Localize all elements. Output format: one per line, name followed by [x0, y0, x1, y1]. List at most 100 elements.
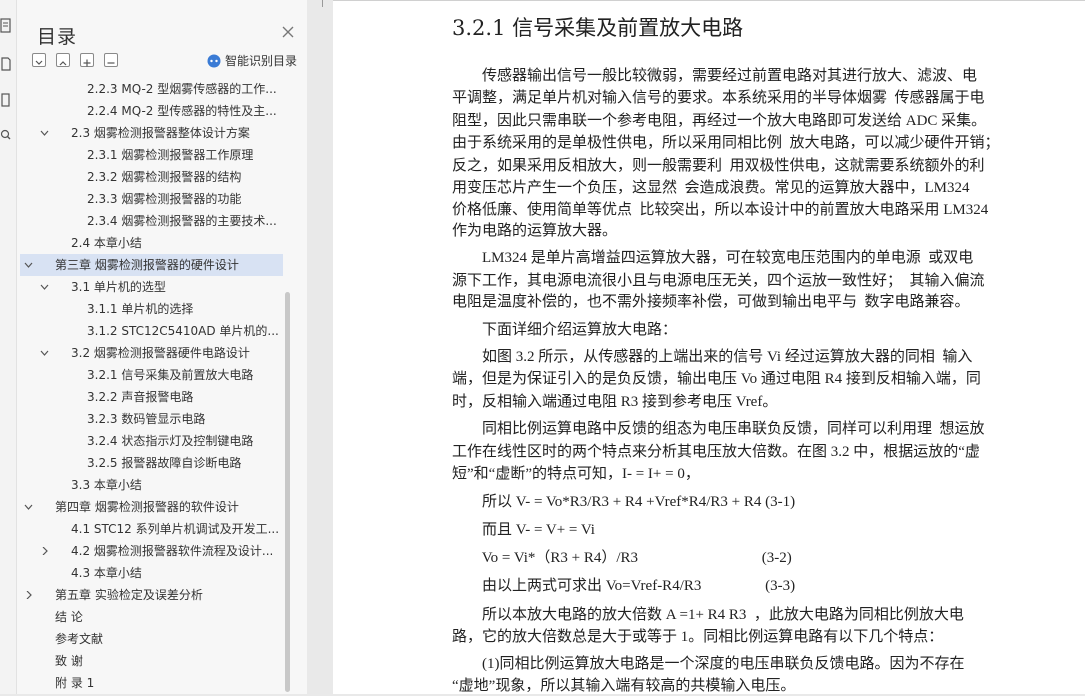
- body-text-line: 如图 3.2 所示，从传感器的上端出来的信号 Vi 经过运算放大器的同相 输入: [452, 349, 973, 365]
- body-text-line: Vo = Vi*（R3 + R4）/R3 (3-2): [452, 550, 792, 566]
- body-text-line: (1)同相比例运算放大电路是一个深度的电压串联负反馈电路。因为不存在: [452, 656, 965, 672]
- outline-item[interactable]: 3.2.4 状态指示灯及控制键电路: [17, 430, 285, 452]
- outline-item-label: 3.1.1 单片机的选择: [87, 302, 194, 316]
- body-text-line: 时，反相输入端通过电阻 R3 接到参考电压 Vref。: [452, 394, 778, 410]
- close-icon[interactable]: [281, 24, 295, 38]
- outline-item[interactable]: 3.1.1 单片机的选择: [17, 298, 285, 320]
- collapse-all-icon[interactable]: [56, 53, 70, 67]
- chevron-down-icon[interactable]: [40, 122, 50, 144]
- outline-item[interactable]: 结 论: [17, 606, 285, 628]
- outline-item[interactable]: 3.2 烟雾检测报警器硬件电路设计: [17, 342, 285, 364]
- outline-item[interactable]: 3.2.3 数码管显示电路: [17, 408, 285, 430]
- body-text-line: 阻型，因此只需串联一个参考电阻，再经过一个放大电路即可发送给 ADC 采集。: [452, 113, 987, 129]
- outline-item[interactable]: 第三章 烟雾检测报警器的硬件设计: [20, 254, 283, 276]
- outline-scrollbar[interactable]: [285, 292, 290, 692]
- outline-item[interactable]: 2.2.3 MQ-2 型烟雾传感器的工作...: [17, 78, 285, 100]
- outline-item[interactable]: 参考文献: [17, 628, 285, 650]
- outline-item-label: 2.3.3 烟雾检测报警器的功能: [87, 192, 242, 206]
- page-corner-mark: [322, 0, 323, 7]
- outline-item[interactable]: 2.3.2 烟雾检测报警器的结构: [17, 166, 285, 188]
- outline-item[interactable]: 附 录 1: [17, 672, 285, 694]
- expand-all-icon[interactable]: [32, 53, 46, 67]
- add-heading-icon[interactable]: [80, 53, 94, 67]
- outline-item-label: 3.2.5 报警器故障自诊断电路: [87, 456, 242, 470]
- outline-item-label: 第三章 烟雾检测报警器的硬件设计: [55, 258, 239, 272]
- outline-item-label: 致 谢: [55, 654, 83, 668]
- outline-item-label: 3.2.4 状态指示灯及控制键电路: [87, 434, 254, 448]
- outline-item[interactable]: 2.3.4 烟雾检测报警器的主要技术...: [17, 210, 285, 232]
- chevron-down-icon[interactable]: [24, 254, 34, 276]
- page-edge: [333, 0, 1085, 9]
- outline-item-label: 2.4 本章小结: [71, 236, 142, 250]
- outline-item-label: 第四章 烟雾检测报警器的软件设计: [55, 500, 239, 514]
- bookmark-icon[interactable]: [0, 92, 14, 108]
- outline-item[interactable]: 3.2.2 声音报警电路: [17, 386, 285, 408]
- outline-item[interactable]: 2.3.1 烟雾检测报警器工作原理: [17, 144, 285, 166]
- outline-item[interactable]: 3.2.1 信号采集及前置放大电路: [17, 364, 285, 386]
- outline-item-label: 3.3 本章小结: [71, 478, 142, 492]
- body-text-line: 工作在线性区时的两个特点来分析其电压放大倍数。在图 3.2 中，根据运放的“虚: [452, 444, 980, 460]
- outline-item-label: 第五章 实验检定及误差分析: [55, 588, 203, 602]
- outline-item-label: 2.3.2 烟雾检测报警器的结构: [87, 170, 242, 184]
- outline-item-label: 3.2.1 信号采集及前置放大电路: [87, 368, 254, 382]
- outline-item[interactable]: 3.2.5 报警器故障自诊断电路: [17, 452, 285, 474]
- smart-outline-label: 智能识别目录: [225, 54, 298, 68]
- chevron-down-icon[interactable]: [40, 342, 50, 364]
- body-text-line: 短”和“虚断”的特点可知，I- = I+ = 0，: [452, 466, 700, 482]
- outline-item-label: 2.3.4 烟雾检测报警器的主要技术...: [87, 214, 277, 228]
- outline-item-label: 附 录 1: [55, 676, 95, 690]
- outline-item-label: 3.2.2 声音报警电路: [87, 390, 194, 404]
- body-text-line: 传感器输出信号一般比较微弱，需要经过前置电路对其进行放大、滤波、电: [452, 68, 978, 84]
- body-text-line: 同相比例运算电路中反馈的组态为电压串联负反馈，同样可以利用理 想运放: [452, 421, 985, 437]
- chevron-right-icon[interactable]: [40, 540, 50, 562]
- outline-item-label: 2.2.4 MQ-2 型传感器的特性及主...: [87, 104, 277, 118]
- body-text-line: 反之，如果采用反相放大，则一般需要利 用双极性供电，这就需要系统额外的利: [452, 158, 985, 174]
- outline-item[interactable]: 3.3 本章小结: [17, 474, 285, 496]
- body-text-line: “虚地”现象，所以其输入端有较高的共模输入电压。: [452, 678, 796, 694]
- body-text-line: 用变压芯片产生一个负压，这显然 会造成浪费。常见的运算放大器中，LM324: [452, 180, 970, 196]
- outline-item[interactable]: 4.2 烟雾检测报警器软件流程及设计...: [17, 540, 285, 562]
- chevron-down-icon[interactable]: [24, 496, 34, 518]
- outline-item[interactable]: 2.4 本章小结: [17, 232, 285, 254]
- outline-item-label: 3.1 单片机的选型: [71, 280, 166, 294]
- outline-item-label: 4.3 本章小结: [71, 566, 142, 580]
- page-icon[interactable]: [0, 56, 14, 72]
- outline-item[interactable]: 4.3 本章小结: [17, 562, 285, 584]
- body-text-line: 电阻是温度补偿的，也不需外接频率补偿，可做到输出电平与 数字电路兼容。: [452, 294, 970, 310]
- chevron-down-icon[interactable]: [40, 276, 50, 298]
- outline-item-label: 3.2 烟雾检测报警器硬件电路设计: [71, 346, 250, 360]
- outline-item-label: 3.2.3 数码管显示电路: [87, 412, 206, 426]
- outline-item[interactable]: 4.1 STC12 系列单片机调试及开发工...: [17, 518, 285, 540]
- panel-title: 目录: [37, 26, 78, 48]
- search-icon[interactable]: [0, 128, 14, 144]
- outline-item[interactable]: 2.2.4 MQ-2 型传感器的特性及主...: [17, 100, 285, 122]
- outline-item[interactable]: 3.1.2 STC12C5410AD 单片机的...: [17, 320, 285, 342]
- body-text-line: 平调整，满足单片机对输入信号的要求。本系统采用的半导体烟雾 传感器属于电: [452, 90, 985, 106]
- ai-icon: [207, 54, 221, 68]
- outline-item[interactable]: 第五章 实验检定及误差分析: [17, 584, 285, 606]
- outline-item[interactable]: 第四章 烟雾检测报警器的软件设计: [17, 496, 285, 518]
- outline-item-label: 2.3.1 烟雾检测报警器工作原理: [87, 148, 254, 162]
- outline-item-label: 参考文献: [55, 632, 104, 646]
- outline-item-label: 3.1.2 STC12C5410AD 单片机的...: [87, 324, 279, 338]
- outline-item-label: 4.2 烟雾检测报警器软件流程及设计...: [71, 544, 274, 558]
- outline-item[interactable]: 2.3 烟雾检测报警器整体设计方案: [17, 122, 285, 144]
- outline-item[interactable]: 3.1 单片机的选型: [17, 276, 285, 298]
- outline-item[interactable]: 致 谢: [17, 650, 285, 672]
- body-text-line: 由于系统采用的是单极性供电，所以采用同相比例 放大电路，可以减少硬件开销；: [452, 135, 1000, 151]
- outline-item-label: 结 论: [55, 610, 83, 624]
- outline-item[interactable]: 2.3.3 烟雾检测报警器的功能: [17, 188, 285, 210]
- outline-icon[interactable]: [0, 18, 14, 34]
- outline-panel: 目录 智能识别目录 2.2.3 MQ-2 型烟雾传感器的工作... 2.2.4 M…: [17, 0, 307, 694]
- body-text-line: 所以本放大电路的放大倍数 A =1+ R4 R3 ，此放大电路为同相比例放大电: [452, 607, 964, 623]
- smart-outline-button[interactable]: 智能识别目录: [207, 52, 297, 69]
- section-heading: 3.2.1 信号采集及前置放大电路: [452, 16, 744, 40]
- remove-heading-icon[interactable]: [104, 53, 118, 67]
- body-text-line: 所以 V- = Vo*R3/R3 + R4 +Vref*R4/R3 + R4 (…: [452, 494, 796, 510]
- outline-item-label: 2.2.3 MQ-2 型烟雾传感器的工作...: [87, 82, 277, 96]
- outline-item-label: 2.3 烟雾检测报警器整体设计方案: [71, 126, 250, 140]
- left-icon-rail: [0, 0, 17, 694]
- outline-item-label: 4.1 STC12 系列单片机调试及开发工...: [71, 522, 280, 536]
- body-text-line: LM324 是单片高增益四运算放大器，可在较宽电压范围内的单电源 或双电: [452, 250, 974, 266]
- chevron-right-icon[interactable]: [24, 584, 34, 606]
